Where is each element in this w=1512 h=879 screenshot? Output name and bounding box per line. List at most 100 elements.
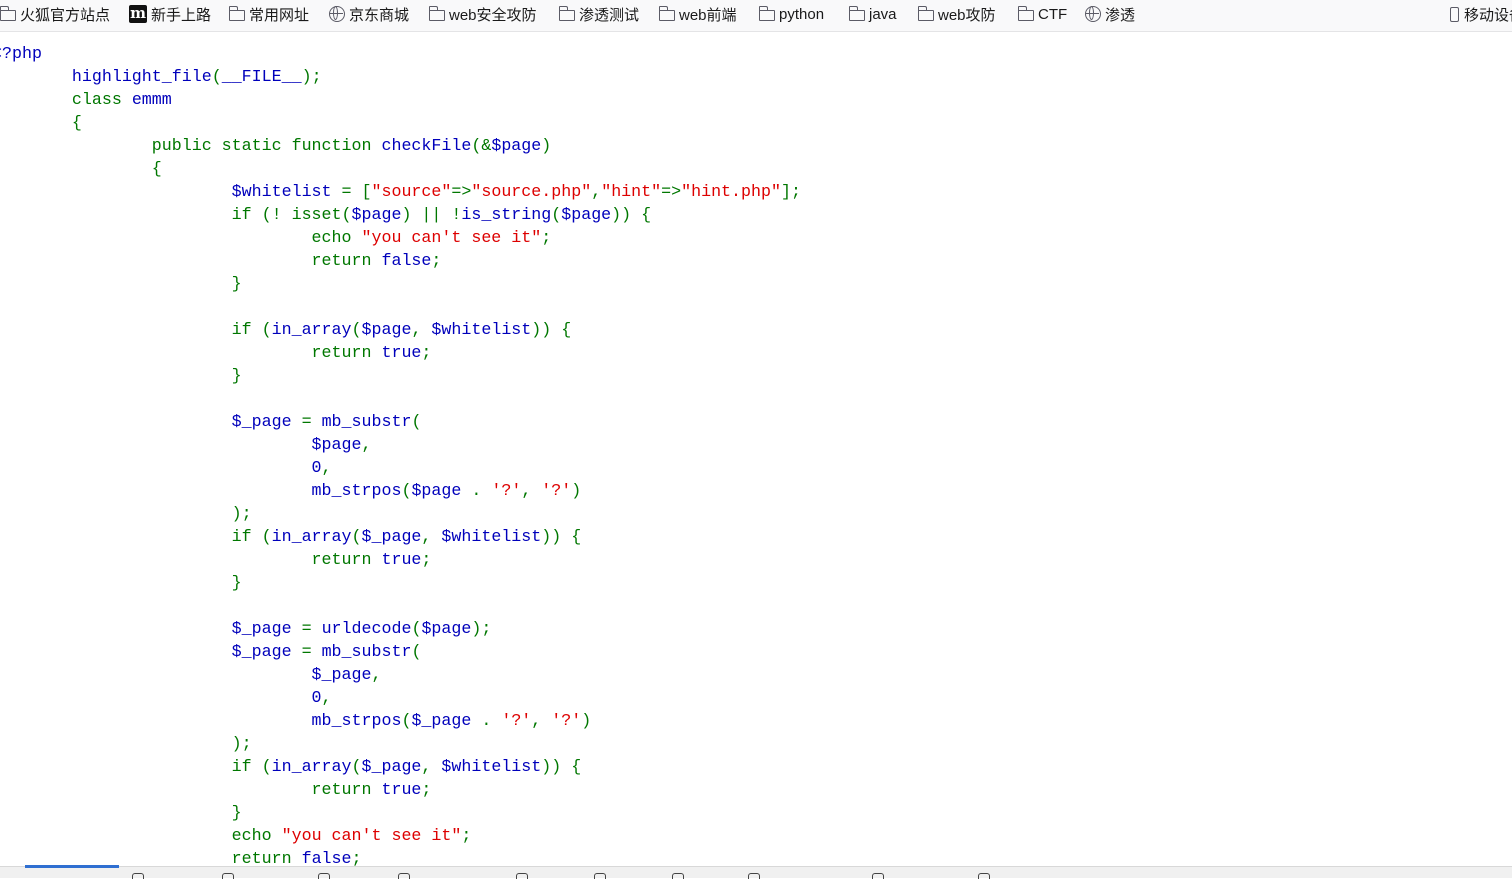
code-line: ); bbox=[0, 732, 252, 755]
code-token: } bbox=[0, 274, 242, 293]
bookmark-item[interactable]: 京东商城 bbox=[329, 0, 409, 28]
code-token: )) { bbox=[531, 320, 572, 339]
code-line: return true; bbox=[0, 341, 432, 364]
code-line: return false; bbox=[0, 847, 362, 866]
bookmarks-toolbar: 火狐官方站点 m 新手上路 常用网址 京东商城 web安全攻防 渗透测试 web前端 pytho… bbox=[0, 0, 1512, 32]
bookmark-label: 火狐官方站点 bbox=[20, 6, 111, 24]
code-token: urldecode bbox=[321, 619, 412, 638]
code-token: , bbox=[591, 182, 602, 201]
taskbar-app-icon[interactable] bbox=[222, 873, 234, 879]
taskbar-app-icon[interactable] bbox=[516, 873, 528, 879]
code-token: => bbox=[451, 182, 472, 201]
folder-icon bbox=[917, 6, 934, 21]
bookmark-item[interactable]: web攻防 bbox=[917, 0, 996, 28]
code-token: $page bbox=[0, 435, 362, 454]
bookmark-item[interactable]: 渗透 bbox=[1085, 0, 1135, 28]
code-token: , bbox=[411, 320, 432, 339]
code-line: } bbox=[0, 571, 242, 594]
code-token: mb_strpos bbox=[0, 481, 402, 500]
code-line: return false; bbox=[0, 249, 442, 272]
code-token: )) { bbox=[541, 527, 582, 546]
code-token: checkFile bbox=[381, 136, 472, 155]
code-token: $_page bbox=[361, 757, 422, 776]
bookmark-item[interactable]: CTF bbox=[1017, 0, 1067, 28]
bookmark-item[interactable]: web安全攻防 bbox=[428, 0, 537, 28]
code-token: in_array bbox=[271, 757, 352, 776]
mobile-bookmarks-item[interactable]: 移动设备 bbox=[1450, 0, 1512, 28]
code-token: ) bbox=[571, 481, 582, 500]
code-token: . bbox=[471, 481, 492, 500]
code-token: if ( bbox=[0, 527, 272, 546]
code-token: , bbox=[361, 435, 372, 454]
code-token: "hint.php" bbox=[681, 182, 781, 201]
code-line: $whitelist = ["source"=>"source.php","hi… bbox=[0, 180, 801, 203]
code-token: if (! isset( bbox=[0, 205, 352, 224]
bookmark-item[interactable]: python bbox=[758, 0, 824, 28]
code-token: "hint" bbox=[601, 182, 662, 201]
taskbar-app-icon[interactable] bbox=[978, 873, 990, 879]
code-token: $_page bbox=[361, 527, 422, 546]
code-line: <?php bbox=[0, 42, 42, 65]
taskbar-app-icon[interactable] bbox=[672, 873, 684, 879]
code-token: $page bbox=[491, 136, 542, 155]
bookmark-item[interactable]: m 新手上路 bbox=[129, 0, 211, 28]
code-token: ; bbox=[461, 826, 472, 845]
code-token: false bbox=[381, 251, 432, 270]
taskbar-app-icon[interactable] bbox=[748, 873, 760, 879]
code-token: ]; bbox=[780, 182, 801, 201]
code-line: mb_strpos($page . '?', '?') bbox=[0, 479, 582, 502]
code-line: echo "you can't see it"; bbox=[0, 226, 552, 249]
code-token: ( bbox=[551, 205, 562, 224]
taskbar-app-icon[interactable] bbox=[318, 873, 330, 879]
code-token: "source" bbox=[371, 182, 452, 201]
code-token: ) bbox=[581, 711, 592, 730]
bookmark-item[interactable]: web前端 bbox=[658, 0, 737, 28]
taskbar-app-icon[interactable] bbox=[398, 873, 410, 879]
code-token: ) || ! bbox=[401, 205, 462, 224]
code-token: ); bbox=[301, 67, 322, 86]
folder-icon bbox=[0, 6, 16, 21]
code-token: $whitelist bbox=[0, 182, 342, 201]
code-token: ); bbox=[0, 504, 252, 523]
code-line: } bbox=[0, 364, 242, 387]
code-token: if ( bbox=[0, 320, 272, 339]
bookmark-label: java bbox=[869, 5, 897, 23]
code-token: $page bbox=[411, 481, 472, 500]
bookmark-item[interactable]: java bbox=[848, 0, 897, 28]
code-token: , bbox=[421, 757, 442, 776]
code-line: ); bbox=[0, 502, 252, 525]
code-token: ; bbox=[431, 251, 442, 270]
code-token: echo bbox=[0, 826, 282, 845]
code-token: mb_substr bbox=[321, 412, 412, 431]
code-token: ( bbox=[351, 320, 362, 339]
code-line: 0, bbox=[0, 686, 332, 709]
code-token: $page bbox=[351, 205, 402, 224]
bookmark-item[interactable]: 火狐官方站点 bbox=[0, 0, 110, 28]
code-token: ; bbox=[421, 780, 432, 799]
bookmark-item[interactable]: 常用网址 bbox=[228, 0, 309, 28]
code-token: , bbox=[521, 481, 542, 500]
taskbar-app-icon[interactable] bbox=[132, 873, 144, 879]
code-line: echo "you can't see it"; bbox=[0, 824, 472, 847]
code-token: ( bbox=[351, 527, 362, 546]
code-token: ; bbox=[421, 550, 432, 569]
code-token: echo bbox=[0, 228, 362, 247]
code-token: $_page bbox=[0, 412, 302, 431]
code-token: , bbox=[531, 711, 552, 730]
code-token: mb_strpos bbox=[0, 711, 402, 730]
code-line: class emmm bbox=[0, 88, 172, 111]
taskbar-app-icon[interactable] bbox=[872, 873, 884, 879]
folder-icon bbox=[228, 6, 245, 21]
code-token: ( bbox=[411, 642, 422, 661]
folder-icon bbox=[758, 6, 775, 21]
code-token: <?php bbox=[0, 44, 42, 63]
globe-icon bbox=[1085, 6, 1101, 22]
code-token: __FILE__ bbox=[221, 67, 302, 86]
code-token: $page bbox=[361, 320, 412, 339]
code-token: is_string bbox=[461, 205, 552, 224]
bookmark-item[interactable]: 渗透测试 bbox=[558, 0, 639, 28]
taskbar-app-icon[interactable] bbox=[594, 873, 606, 879]
code-token: 0 bbox=[0, 458, 322, 477]
code-token: ( bbox=[411, 412, 422, 431]
code-token: , bbox=[321, 688, 332, 707]
